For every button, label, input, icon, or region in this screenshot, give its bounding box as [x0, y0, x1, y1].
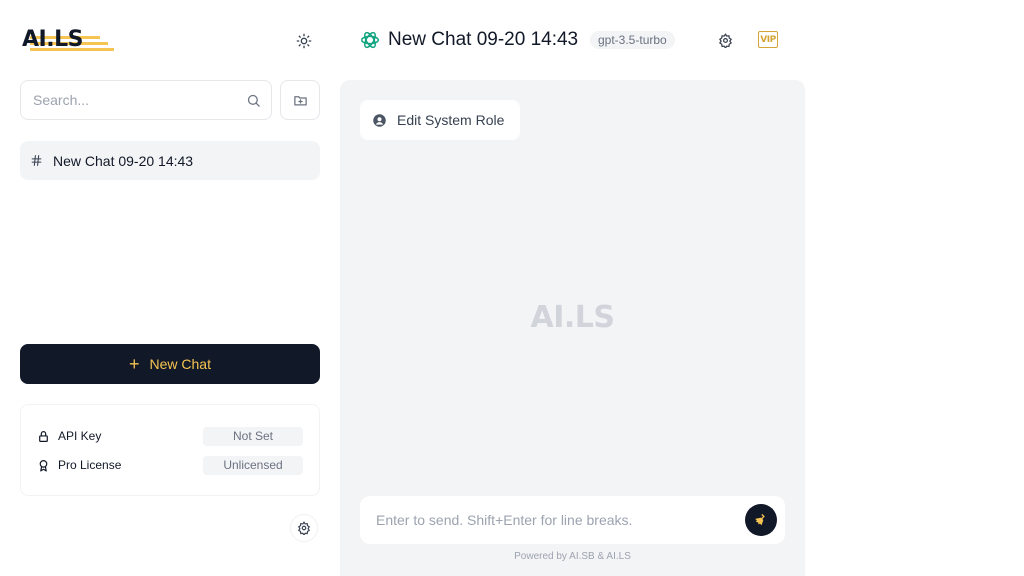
search-input[interactable]	[33, 92, 246, 108]
edit-system-role-button[interactable]: Edit System Role	[360, 100, 520, 140]
powered-by-footer: Powered by AI.SB & AI.LS	[514, 551, 631, 562]
broom-icon	[755, 514, 765, 526]
chat-panel: Edit System Role AI.LS Powered by AI.SB …	[340, 80, 805, 576]
logo: AI.LS	[22, 26, 114, 54]
message-composer	[360, 496, 785, 544]
api-key-row[interactable]: API Key Not Set	[37, 426, 303, 446]
pro-license-label: Pro License	[58, 458, 122, 472]
user-circle-icon	[373, 113, 386, 127]
settings-button[interactable]	[290, 514, 318, 542]
new-folder-button[interactable]	[280, 80, 320, 120]
award-icon	[39, 459, 48, 472]
openai-icon	[361, 31, 379, 49]
chat-title[interactable]: New Chat 09-20 14:43	[388, 29, 578, 51]
api-key-label: API Key	[58, 429, 102, 443]
sun-icon	[296, 33, 312, 49]
folder-plus-icon	[293, 95, 307, 105]
hash-icon	[31, 155, 42, 166]
chat-settings-button[interactable]	[715, 30, 735, 50]
chat-list-item-label: New Chat 09-20 14:43	[53, 152, 194, 169]
theme-toggle-button[interactable]	[290, 27, 318, 55]
new-chat-button[interactable]: + New Chat	[20, 344, 320, 384]
logo-text: AI.LS	[22, 27, 83, 52]
sidebar: AI.LS New Chat 09-20 14:43 + New Chat	[0, 0, 340, 576]
lock-icon	[39, 430, 48, 442]
gear-icon	[297, 521, 311, 535]
new-chat-label: New Chat	[149, 356, 211, 372]
watermark-logo: AI.LS	[530, 300, 616, 335]
api-key-status[interactable]: Not Set	[203, 426, 303, 446]
search-icon[interactable]	[246, 93, 261, 108]
search-box	[20, 80, 272, 120]
pro-license-status[interactable]: Unlicensed	[203, 455, 303, 475]
message-input[interactable]	[376, 512, 745, 528]
chat-list-item[interactable]: New Chat 09-20 14:43	[20, 141, 320, 180]
vip-label: VIP	[760, 34, 776, 45]
model-badge[interactable]: gpt-3.5-turbo	[590, 31, 675, 49]
edit-system-role-label: Edit System Role	[397, 112, 505, 128]
send-button[interactable]	[745, 504, 777, 536]
pro-license-row[interactable]: Pro License Unlicensed	[37, 455, 303, 475]
vip-button[interactable]: VIP	[758, 31, 778, 48]
gear-icon	[718, 32, 732, 48]
plus-icon: +	[129, 354, 140, 374]
account-settings-card: API Key Not Set Pro License Unlicensed	[20, 404, 320, 496]
